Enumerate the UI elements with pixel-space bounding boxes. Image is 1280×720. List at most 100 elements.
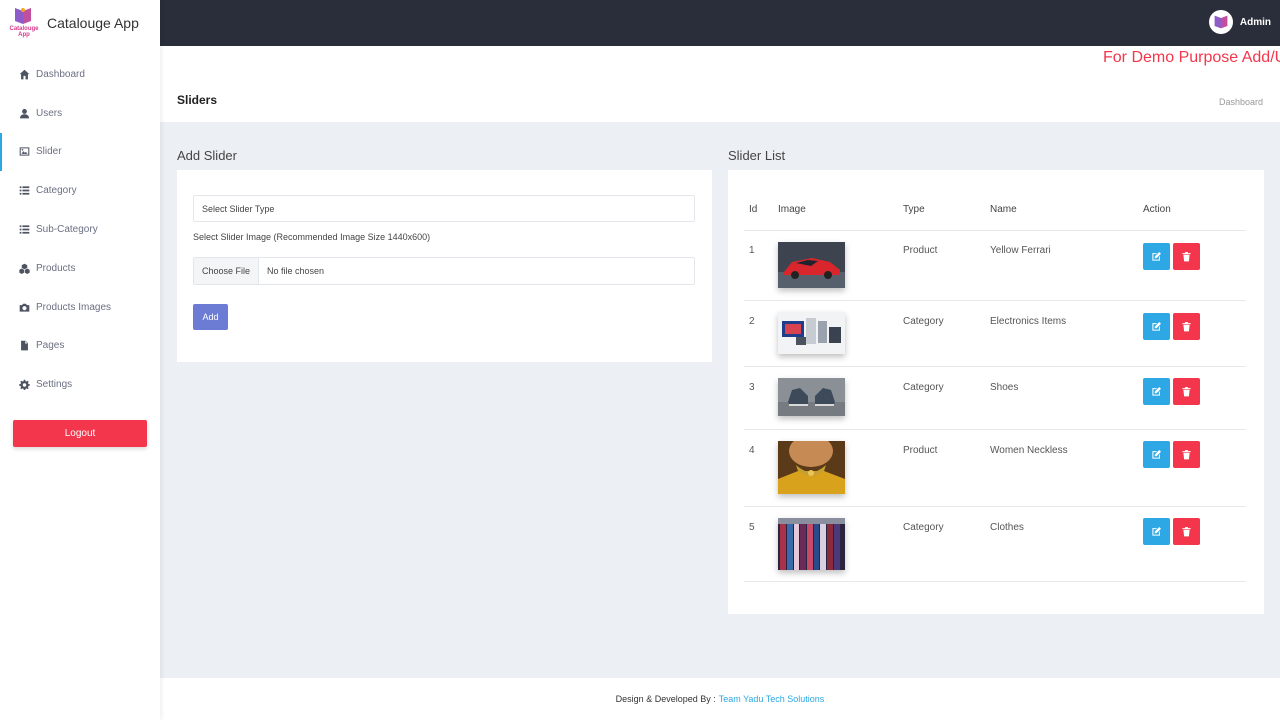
user-menu[interactable]: Admin xyxy=(1208,10,1271,34)
column-header-image: Image xyxy=(778,204,806,215)
trash-icon xyxy=(1182,252,1191,262)
camera-icon xyxy=(19,302,30,313)
row-name: Clothes xyxy=(990,522,1024,533)
sidebar-item-label: Products Images xyxy=(36,301,112,313)
sidebar-item-pages[interactable]: Pages xyxy=(0,327,160,366)
edit-icon xyxy=(1152,252,1161,261)
sidebar-item-label: Slider xyxy=(36,146,62,158)
table-row: 4 Product Women Neckless xyxy=(744,430,1246,507)
edit-icon xyxy=(1152,387,1161,396)
brand[interactable]: Catalouge App Catalouge App xyxy=(0,0,160,46)
slider-image-file-input[interactable]: Choose File No file chosen xyxy=(193,257,695,285)
column-header-id: Id xyxy=(749,204,758,215)
row-type: Category xyxy=(903,382,944,393)
choose-file-button[interactable]: Choose File xyxy=(194,258,260,284)
list-icon xyxy=(19,185,30,196)
list-icon xyxy=(19,224,30,235)
sidebar-item-settings[interactable]: Settings xyxy=(0,365,160,404)
home-icon xyxy=(19,69,30,80)
column-header-type: Type xyxy=(903,204,925,215)
table-row: 3 Category Shoes xyxy=(744,367,1246,430)
row-actions xyxy=(1143,378,1200,405)
slider-image-label: Select Slider Image (Recommended Image S… xyxy=(193,232,431,242)
delete-button[interactable] xyxy=(1173,518,1200,545)
delete-button[interactable] xyxy=(1173,378,1200,405)
row-actions xyxy=(1143,441,1200,468)
sidebar-item-slider[interactable]: Slider xyxy=(0,132,160,172)
row-actions xyxy=(1143,313,1200,340)
row-actions xyxy=(1143,243,1200,270)
row-type: Category xyxy=(903,522,944,533)
row-name: Shoes xyxy=(990,382,1019,393)
footer-credit: Design & Developed By : xyxy=(615,694,716,704)
shoes-image xyxy=(778,378,845,416)
table-header: Id Image Type Name Action xyxy=(744,194,1246,231)
column-header-action: Action xyxy=(1143,204,1171,215)
user-name: Admin xyxy=(1239,16,1271,28)
sidebar-item-category[interactable]: Category xyxy=(0,171,160,210)
sidebar-item-dashboard[interactable]: Dashboard xyxy=(0,55,160,94)
slider-type-select[interactable]: Select Slider Type xyxy=(193,195,695,222)
row-id: 2 xyxy=(749,316,755,327)
no-file-text: No file chosen xyxy=(267,266,325,276)
edit-button[interactable] xyxy=(1143,378,1170,405)
column-header-name: Name xyxy=(990,204,1017,215)
table-row: 5 Category Clothes xyxy=(744,507,1246,582)
sidebar-item-label: Pages xyxy=(36,340,65,352)
footer: Design & Developed By : Team Yadu Tech S… xyxy=(160,678,1280,720)
edit-button[interactable] xyxy=(1143,243,1170,270)
row-id: 5 xyxy=(749,522,755,533)
sidebar: Catalouge App Catalouge App Dashboard Use… xyxy=(0,0,160,720)
image-icon xyxy=(19,146,30,157)
row-name: Yellow Ferrari xyxy=(990,245,1051,256)
user-icon xyxy=(19,108,30,119)
delete-button[interactable] xyxy=(1173,441,1200,468)
necklace-image xyxy=(778,441,845,494)
content-header: For Demo Purpose Add/U Sliders Dashboard xyxy=(160,46,1280,122)
edit-button[interactable] xyxy=(1143,313,1170,340)
edit-icon xyxy=(1152,450,1161,459)
edit-button[interactable] xyxy=(1143,518,1170,545)
delete-button[interactable] xyxy=(1173,313,1200,340)
sidebar-item-users[interactable]: Users xyxy=(0,94,160,133)
add-slider-panel: Select Slider Type Select Slider Image (… xyxy=(177,170,712,362)
sidebar-item-label: Products xyxy=(36,262,76,274)
topbar: Admin xyxy=(160,0,1280,46)
clothes-image xyxy=(778,518,845,570)
table-row: 1 Product Yellow Ferrari xyxy=(744,231,1246,301)
slider-list-panel: Id Image Type Name Action 1 Product Yell… xyxy=(728,170,1264,614)
logout-button[interactable]: Logout xyxy=(13,420,147,447)
footer-link[interactable]: Team Yadu Tech Solutions xyxy=(719,694,825,704)
add-slider-title: Add Slider xyxy=(177,148,237,163)
sidebar-item-label: Dashboard xyxy=(36,68,85,80)
sidebar-item-sub-category[interactable]: Sub-Category xyxy=(0,210,160,249)
trash-icon xyxy=(1182,387,1191,397)
page-title: Sliders xyxy=(177,93,218,107)
row-type: Product xyxy=(903,245,938,256)
sidebar-item-products[interactable]: Products xyxy=(0,249,160,288)
row-type: Category xyxy=(903,316,944,327)
sidebar-item-label: Category xyxy=(36,185,77,197)
edit-button[interactable] xyxy=(1143,441,1170,468)
sidebar-item-label: Settings xyxy=(36,379,73,391)
gear-icon xyxy=(19,379,30,391)
breadcrumb[interactable]: Dashboard xyxy=(1219,97,1263,107)
file-icon xyxy=(19,340,30,351)
delete-button[interactable] xyxy=(1173,243,1200,270)
add-button[interactable]: Add xyxy=(193,304,228,330)
app-name: Catalouge App xyxy=(47,15,139,31)
trash-icon xyxy=(1182,527,1191,537)
sidebar-item-label: Users xyxy=(36,107,63,119)
row-name: Women Neckless xyxy=(990,445,1068,456)
edit-icon xyxy=(1152,527,1161,536)
sidebar-nav: Dashboard Users Slider Category Sub-Cate… xyxy=(0,55,160,404)
row-type: Product xyxy=(903,445,938,456)
car-image xyxy=(778,242,845,288)
row-actions xyxy=(1143,518,1200,545)
row-id: 3 xyxy=(749,382,755,393)
row-name: Electronics Items xyxy=(990,316,1067,327)
app-logo: Catalouge App xyxy=(9,6,39,40)
sidebar-item-products-images[interactable]: Products Images xyxy=(0,288,160,327)
electronics-image xyxy=(778,312,845,354)
sidebar-item-label: Sub-Category xyxy=(36,224,98,236)
